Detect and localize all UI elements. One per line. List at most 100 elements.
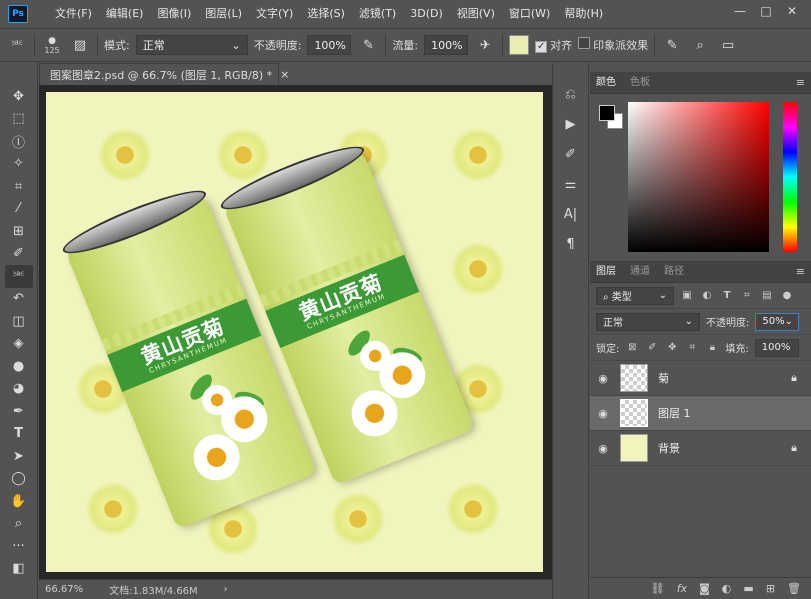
- shape-filter-icon[interactable]: ⌗: [740, 289, 754, 303]
- lasso-tool-icon[interactable]: ⓛ: [5, 130, 33, 153]
- lock-pixels-icon[interactable]: ✐: [645, 341, 659, 355]
- menu-type[interactable]: 文字(Y): [249, 3, 300, 25]
- type-tool-icon[interactable]: T: [5, 423, 33, 446]
- menu-select[interactable]: 选择(S): [300, 3, 352, 25]
- panel-menu-icon[interactable]: ≡: [796, 261, 805, 283]
- color-picker-field[interactable]: [628, 102, 769, 252]
- blend-mode-select[interactable]: 正常 ⌄: [596, 312, 700, 331]
- zoom-level[interactable]: 66.67%: [45, 584, 83, 595]
- delete-layer-icon[interactable]: 🗑︎: [787, 582, 801, 595]
- menu-help[interactable]: 帮助(H): [557, 3, 610, 25]
- align-checkbox[interactable]: ✓: [535, 40, 548, 53]
- close-button[interactable]: ✕: [779, 0, 805, 22]
- menu-view[interactable]: 视图(V): [450, 3, 502, 25]
- menu-filter[interactable]: 滤镜(T): [352, 3, 403, 25]
- actions-panel-icon[interactable]: ▶: [560, 113, 582, 135]
- tab-channels[interactable]: 通道: [630, 261, 650, 283]
- layer-mask-icon[interactable]: ◙: [699, 582, 710, 595]
- layer-opacity-input[interactable]: 50% ⌄: [755, 312, 800, 331]
- menu-layer[interactable]: 图层(L): [198, 3, 249, 25]
- character-panel-icon[interactable]: A|: [560, 203, 582, 225]
- workspace-icon[interactable]: ▭: [717, 34, 739, 56]
- brush-panel-icon[interactable]: ▨: [69, 34, 91, 56]
- impressionist-option[interactable]: 印象派效果: [578, 37, 648, 53]
- tab-swatches[interactable]: 色板: [630, 72, 650, 94]
- hue-slider[interactable]: [783, 102, 797, 252]
- fill-input[interactable]: 100%: [754, 338, 799, 357]
- ellipse-tool-icon[interactable]: ◯: [5, 468, 33, 491]
- opacity-input[interactable]: 100%: [307, 35, 352, 55]
- filter-toggle-icon[interactable]: ●: [780, 289, 794, 303]
- tab-color[interactable]: 颜色: [596, 72, 616, 94]
- lock-transparent-icon[interactable]: ⊠: [625, 341, 639, 355]
- document-tab[interactable]: 图案图章2.psd @ 66.7% (图层 1, RGB/8) * ×: [39, 63, 289, 85]
- brush-preset-picker[interactable]: ● 125: [41, 34, 63, 56]
- search-icon[interactable]: ⌕: [689, 34, 711, 56]
- brush-tool-icon[interactable]: ✐: [5, 243, 33, 266]
- tool-presets-icon[interactable]: ⚌: [560, 173, 582, 195]
- clone-stamp-preset-icon[interactable]: ⎃: [6, 34, 28, 56]
- status-menu-arrow[interactable]: ›: [224, 584, 228, 595]
- foreground-color-swatch[interactable]: [599, 105, 615, 121]
- lock-all-icon[interactable]: 🔒︎: [705, 341, 719, 355]
- adjustment-filter-icon[interactable]: ◐: [700, 289, 714, 303]
- close-tab-icon[interactable]: ×: [280, 68, 289, 81]
- airbrush-icon[interactable]: ✈: [474, 34, 496, 56]
- new-layer-icon[interactable]: ⊞: [766, 582, 775, 595]
- marquee-tool-icon[interactable]: ⬚: [5, 108, 33, 131]
- menu-file[interactable]: 文件(F): [48, 3, 99, 25]
- pressure-opacity-icon[interactable]: ✎: [357, 34, 379, 56]
- blur-tool-icon[interactable]: ●: [5, 355, 33, 378]
- mode-select[interactable]: 正常 ⌄: [135, 35, 248, 55]
- maximize-button[interactable]: □: [753, 0, 779, 22]
- healing-brush-tool-icon[interactable]: ⊞: [5, 220, 33, 243]
- layer-style-icon[interactable]: fx: [677, 582, 687, 595]
- impressionist-checkbox[interactable]: [578, 37, 591, 49]
- new-group-icon[interactable]: ▬: [743, 582, 753, 595]
- zoom-tool-icon[interactable]: ⌕: [5, 513, 33, 536]
- dodge-tool-icon[interactable]: ◕: [5, 378, 33, 401]
- menu-3d[interactable]: 3D(D): [403, 3, 450, 25]
- pixel-filter-icon[interactable]: ▣: [680, 289, 694, 303]
- brush-settings-icon[interactable]: ✐: [560, 143, 582, 165]
- menu-image[interactable]: 图像(I): [150, 3, 198, 25]
- lock-artboard-icon[interactable]: ⌗: [685, 341, 699, 355]
- layer-row[interactable]: ◉ 菊 🔒︎: [590, 361, 811, 396]
- flow-input[interactable]: 100%: [424, 35, 469, 55]
- eye-icon[interactable]: ◉: [596, 442, 610, 455]
- history-brush-tool-icon[interactable]: ↶: [5, 288, 33, 311]
- eye-icon[interactable]: ◉: [596, 372, 610, 385]
- more-tools-icon[interactable]: ···: [5, 535, 33, 558]
- pattern-stamp-tool-icon[interactable]: ⎃: [4, 265, 33, 288]
- color-swatches-icon[interactable]: ◧: [5, 558, 33, 581]
- move-tool-icon[interactable]: ✥: [5, 85, 33, 108]
- layer-row[interactable]: ◉ 背景 🔒︎: [590, 431, 811, 466]
- adjustment-layer-icon[interactable]: ◐: [722, 582, 732, 595]
- eye-icon[interactable]: ◉: [596, 407, 610, 420]
- type-filter-icon[interactable]: T: [720, 289, 734, 303]
- hand-tool-icon[interactable]: ✋: [5, 490, 33, 513]
- menu-window[interactable]: 窗口(W): [502, 3, 557, 25]
- lock-position-icon[interactable]: ✥: [665, 341, 679, 355]
- crop-tool-icon[interactable]: ⌗: [5, 175, 33, 198]
- history-panel-icon[interactable]: ⎌: [560, 83, 582, 105]
- menu-edit[interactable]: 编辑(E): [99, 3, 151, 25]
- paragraph-panel-icon[interactable]: ¶: [560, 233, 582, 255]
- eraser-tool-icon[interactable]: ◫: [5, 310, 33, 333]
- canvas[interactable]: 黄山贡菊 CHRYSANTHEMUM 黄山贡菊 CHRYSANTHEMUM: [46, 92, 543, 572]
- align-option[interactable]: ✓ 对齐: [535, 37, 572, 53]
- layer-row[interactable]: ◉ 图层 1: [590, 396, 811, 431]
- path-selection-tool-icon[interactable]: ➤: [5, 445, 33, 468]
- paint-bucket-tool-icon[interactable]: ◈: [5, 333, 33, 356]
- eyedropper-tool-icon[interactable]: ⁄: [5, 198, 33, 221]
- tab-layers[interactable]: 图层: [596, 261, 616, 283]
- pattern-picker-icon[interactable]: [509, 35, 530, 55]
- panel-menu-icon[interactable]: ≡: [796, 72, 805, 94]
- tab-paths[interactable]: 路径: [664, 261, 684, 283]
- minimize-button[interactable]: —: [727, 0, 753, 22]
- pen-tool-icon[interactable]: ✒: [5, 400, 33, 423]
- smart-object-filter-icon[interactable]: ▤: [760, 289, 774, 303]
- link-layers-icon[interactable]: ⛓: [651, 582, 665, 595]
- magic-wand-tool-icon[interactable]: ✧: [5, 153, 33, 176]
- pressure-size-icon[interactable]: ✎: [661, 34, 683, 56]
